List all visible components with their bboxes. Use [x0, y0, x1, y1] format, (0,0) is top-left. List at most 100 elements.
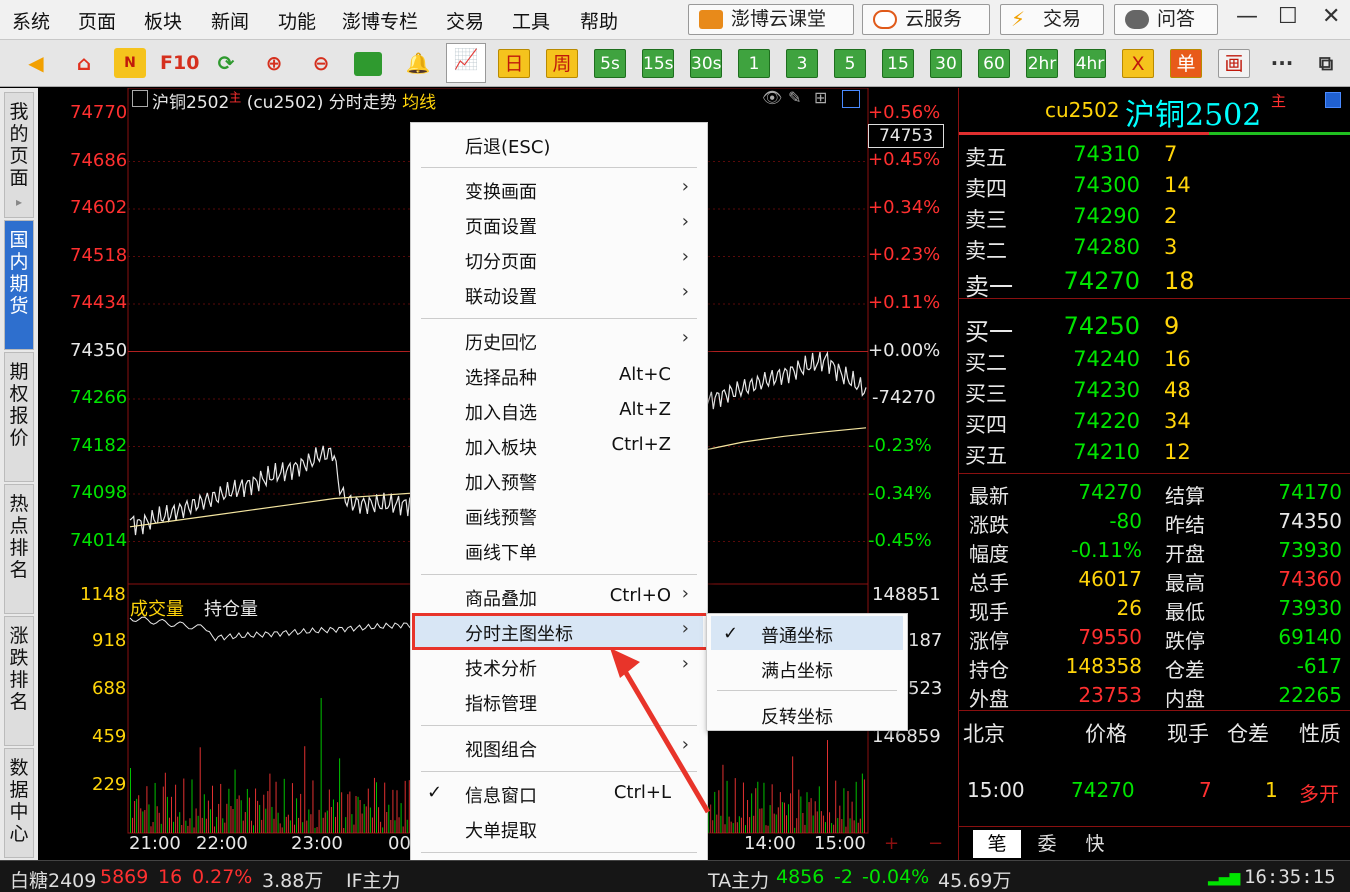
menu-item-4[interactable]: 联动设置 › — [411, 281, 707, 308]
period-15[interactable]: 15 — [882, 49, 914, 78]
period-5s[interactable]: 5s — [594, 49, 626, 78]
draw-button[interactable]: 画 — [1218, 49, 1250, 78]
menu-page[interactable]: 页面 — [78, 7, 116, 34]
avg-legend: 均线 — [402, 93, 437, 113]
menu-item-6[interactable]: 选择品种 Alt+C — [411, 364, 707, 389]
qa-button[interactable]: 问答 — [1114, 4, 1218, 35]
menu-item-10[interactable]: 画线预警 — [411, 504, 707, 529]
period-2hr[interactable]: 2hr — [1026, 49, 1058, 78]
price-axis-label-4: 74434 — [70, 292, 128, 313]
volume-bar — [324, 812, 326, 833]
submenu-arrow-icon: › — [681, 281, 689, 302]
nav-domestic-futures[interactable]: 国内期货 — [4, 220, 34, 350]
nav-my-page[interactable]: 我的页面 ▸ — [4, 92, 34, 218]
volume-bar — [740, 817, 742, 833]
menu-news[interactable]: 新闻 — [211, 7, 249, 34]
submenu-full-coord[interactable]: 满占坐标 — [761, 657, 833, 683]
minimize-icon[interactable]: — — [1236, 4, 1258, 29]
tab-trades[interactable]: 笔 — [973, 830, 1021, 858]
bids-volume-4: 12 — [1164, 440, 1191, 464]
nav-data-center[interactable]: 数据中心 — [4, 748, 34, 858]
back-arrow-icon[interactable]: ◀ — [20, 48, 52, 78]
menu-item-3[interactable]: 切分页面 › — [411, 246, 707, 273]
volume-bar — [859, 818, 861, 833]
period-30s[interactable]: 30s — [690, 49, 722, 78]
cloud-class-button[interactable]: 澎博云课堂 — [688, 4, 854, 35]
period-60[interactable]: 60 — [978, 49, 1010, 78]
asks-price-3: 74280 — [1073, 235, 1140, 259]
eye-icon[interactable]: 👁 — [762, 88, 782, 107]
volume-bar — [365, 806, 367, 833]
ticker-1-name[interactable]: 白糖2409 — [10, 866, 96, 892]
home-icon[interactable]: ⌂ — [68, 48, 100, 78]
bids-label-2: 买三 — [965, 382, 1007, 406]
maximize-icon[interactable]: ☐ — [1278, 4, 1298, 29]
ticker-2-name[interactable]: IF主力 — [346, 866, 401, 892]
order-button[interactable]: 单 — [1170, 49, 1202, 78]
period-x[interactable]: X — [1122, 49, 1154, 78]
menu-item-11[interactable]: 画线下单 — [411, 539, 707, 564]
volume-bar — [755, 788, 757, 833]
grid-icon[interactable]: ⊞ — [814, 88, 827, 107]
nav-options[interactable]: 期权报价 — [4, 352, 34, 482]
period-5[interactable]: 5 — [834, 49, 866, 78]
tab-fast[interactable]: 快 — [1071, 830, 1119, 858]
intraday-chart-icon[interactable]: 📈 — [446, 43, 486, 83]
close-icon[interactable]: ✕ — [1322, 4, 1340, 29]
menu-item-0[interactable]: 后退(ESC) — [411, 133, 707, 158]
menu-item-18[interactable]: 大单提取 — [411, 817, 707, 842]
refresh-icon[interactable]: ⟳ — [210, 48, 242, 78]
menu-help[interactable]: 帮助 — [580, 7, 618, 34]
period-1[interactable]: 1 — [738, 49, 770, 78]
zoom-in-icon[interactable]: ⊕ — [258, 48, 290, 78]
window-icon[interactable] — [354, 52, 382, 76]
trade-button[interactable]: ⚡ 交易 — [1000, 4, 1104, 35]
nav-hot-rank[interactable]: 热点排名 — [4, 484, 34, 614]
menu-tools[interactable]: 工具 — [512, 7, 550, 34]
volume-bar — [277, 812, 279, 833]
alert-bell-icon[interactable]: 🔔 — [402, 48, 434, 78]
menu-item-1[interactable]: 变换画面 › — [411, 176, 707, 203]
menu-sector[interactable]: 板块 — [144, 7, 182, 34]
zoom-out-icon[interactable]: ⊖ — [305, 48, 337, 78]
period-4hr[interactable]: 4hr — [1074, 49, 1106, 78]
layout-icon[interactable]: ⧉ — [1310, 48, 1342, 78]
submenu-reverse-coord[interactable]: 反转坐标 — [761, 703, 833, 729]
submenu-normal-coord[interactable]: 普通坐标 — [761, 622, 833, 648]
zoom-minus-button[interactable]: − — [928, 833, 943, 854]
volume-bar — [747, 799, 749, 833]
menu-system[interactable]: 系统 — [12, 7, 50, 34]
volume-bar — [209, 809, 211, 833]
menu-function[interactable]: 功能 — [278, 7, 316, 34]
panel-toggle-icon[interactable] — [842, 90, 860, 108]
volume-bar — [203, 794, 205, 833]
pen-icon[interactable]: ✎ — [788, 88, 801, 107]
menu-item-7[interactable]: 加入自选 Alt+Z — [411, 399, 707, 424]
menu-item-8[interactable]: 加入板块 Ctrl+Z — [411, 434, 707, 459]
stat-label-5: 涨停 — [969, 629, 1009, 653]
volume-bar — [294, 824, 295, 833]
volume-bar — [371, 817, 373, 833]
tab-orders[interactable]: 委 — [1023, 830, 1071, 858]
period-15s[interactable]: 15s — [642, 49, 674, 78]
volume-bar — [330, 806, 332, 833]
menu-trade[interactable]: 交易 — [446, 7, 484, 34]
menu-item-9[interactable]: 加入预警 — [411, 469, 707, 494]
menu-column[interactable]: 澎博专栏 — [342, 7, 418, 34]
menu-item-2[interactable]: 页面设置 › — [411, 211, 707, 238]
period-week[interactable]: 周 — [546, 49, 578, 78]
quote-panel-toggle-icon[interactable] — [1325, 92, 1341, 108]
f10-button[interactable]: F10 — [160, 48, 199, 78]
zoom-plus-button[interactable]: + — [884, 833, 899, 854]
nav-change-rank[interactable]: 涨跌排名 — [4, 616, 34, 746]
period-3[interactable]: 3 — [786, 49, 818, 78]
menu-item-5[interactable]: 历史回忆 › — [411, 327, 707, 354]
cloud-service-button[interactable]: 云服务 — [862, 4, 990, 35]
menu-item-12[interactable]: 商品叠加 Ctrl+O › — [411, 583, 707, 610]
more-button[interactable]: ··· — [1266, 48, 1298, 78]
period-30[interactable]: 30 — [930, 49, 962, 78]
period-day[interactable]: 日 — [498, 49, 530, 78]
news-icon[interactable]: N — [114, 48, 146, 78]
nav-data-center-label: 数据中心 — [9, 757, 29, 845]
ticker-3-name[interactable]: TA主力 — [708, 866, 769, 892]
